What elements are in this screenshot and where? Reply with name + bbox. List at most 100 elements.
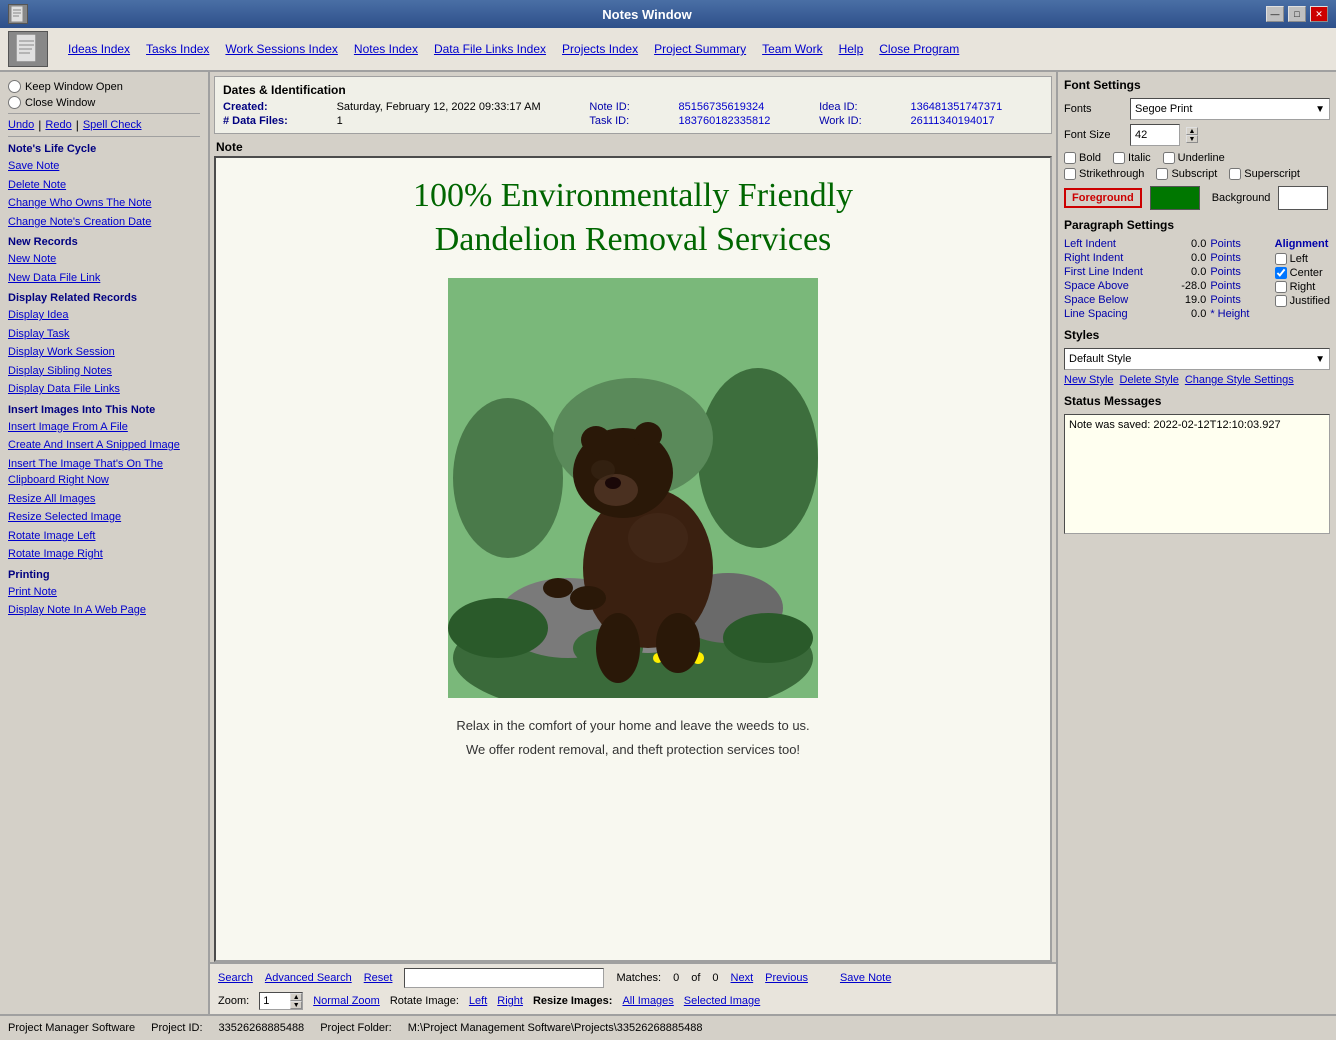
keep-window-radio-input[interactable] bbox=[8, 80, 21, 93]
strikethrough-checkbox-item[interactable]: Strikethrough bbox=[1064, 168, 1144, 180]
create-snipped-image-link[interactable]: Create And Insert A Snipped Image bbox=[8, 437, 200, 454]
font-size-input[interactable]: 42 bbox=[1130, 124, 1180, 146]
undo-button[interactable]: Undo bbox=[8, 118, 34, 132]
save-note-toolbar-link[interactable]: Save Note bbox=[840, 972, 891, 984]
display-idea-link[interactable]: Display Idea bbox=[8, 307, 200, 324]
strikethrough-checkbox[interactable] bbox=[1064, 168, 1076, 180]
display-task-link[interactable]: Display Task bbox=[8, 326, 200, 343]
italic-checkbox-item[interactable]: Italic bbox=[1113, 152, 1151, 164]
insert-image-file-link[interactable]: Insert Image From A File bbox=[8, 419, 200, 436]
zoom-input[interactable] bbox=[260, 994, 290, 1008]
menu-close-program[interactable]: Close Program bbox=[871, 38, 967, 60]
redo-button[interactable]: Redo bbox=[45, 118, 71, 132]
resize-all-images-link[interactable]: Resize All Images bbox=[8, 491, 200, 508]
menu-bar: Ideas Index Tasks Index Work Sessions In… bbox=[0, 28, 1336, 72]
print-note-link[interactable]: Print Note bbox=[8, 584, 200, 601]
bold-checkbox-item[interactable]: Bold bbox=[1064, 152, 1101, 164]
close-window-radio-input[interactable] bbox=[8, 96, 21, 109]
close-button[interactable]: ✕ bbox=[1310, 6, 1328, 22]
menu-tasks-index[interactable]: Tasks Index bbox=[138, 38, 217, 60]
delete-style-button[interactable]: Delete Style bbox=[1120, 374, 1179, 386]
spell-check-button[interactable]: Spell Check bbox=[83, 118, 142, 132]
subscript-checkbox-item[interactable]: Subscript bbox=[1156, 168, 1217, 180]
italic-checkbox[interactable] bbox=[1113, 152, 1125, 164]
search-link[interactable]: Search bbox=[218, 972, 253, 984]
right-align-checkbox[interactable] bbox=[1275, 281, 1287, 293]
rotate-image-right-link[interactable]: Rotate Image Right bbox=[8, 546, 200, 563]
superscript-checkbox[interactable] bbox=[1229, 168, 1241, 180]
justified-align-checkbox[interactable] bbox=[1275, 295, 1287, 307]
selected-image-link[interactable]: Selected Image bbox=[684, 995, 760, 1007]
normal-zoom-link[interactable]: Normal Zoom bbox=[313, 995, 380, 1007]
previous-link[interactable]: Previous bbox=[765, 972, 808, 984]
para-grid: Left Indent 0.0 Points Right Indent 0.0 … bbox=[1064, 238, 1267, 320]
bold-checkbox[interactable] bbox=[1064, 152, 1076, 164]
menu-notes-index[interactable]: Notes Index bbox=[346, 38, 426, 60]
change-style-button[interactable]: Change Style Settings bbox=[1185, 374, 1294, 386]
maximize-button[interactable]: □ bbox=[1288, 6, 1306, 22]
menu-data-file-links-index[interactable]: Data File Links Index bbox=[426, 38, 554, 60]
close-window-radio[interactable]: Close Window bbox=[8, 96, 200, 109]
foreground-color-swatch[interactable] bbox=[1150, 186, 1200, 210]
display-note-web-link[interactable]: Display Note In A Web Page bbox=[8, 602, 200, 619]
search-input[interactable] bbox=[404, 968, 604, 988]
note-id-label: Note ID: bbox=[589, 101, 670, 113]
display-data-file-links-link[interactable]: Display Data File Links bbox=[8, 381, 200, 398]
reset-link[interactable]: Reset bbox=[364, 972, 393, 984]
new-data-file-link[interactable]: New Data File Link bbox=[8, 270, 200, 287]
status-area: Note was saved: 2022-02-12T12:10:03.927 bbox=[1064, 414, 1330, 534]
resize-selected-image-link[interactable]: Resize Selected Image bbox=[8, 509, 200, 526]
superscript-checkbox-item[interactable]: Superscript bbox=[1229, 168, 1300, 180]
all-images-link[interactable]: All Images bbox=[622, 995, 673, 1007]
save-note-link[interactable]: Save Note bbox=[8, 158, 200, 175]
section-title-printing: Printing bbox=[8, 569, 200, 581]
zoom-up-button[interactable]: ▲ bbox=[290, 993, 302, 1001]
next-link[interactable]: Next bbox=[731, 972, 754, 984]
rotate-left-link[interactable]: Left bbox=[469, 995, 487, 1007]
underline-checkbox[interactable] bbox=[1163, 152, 1175, 164]
styles-dropdown[interactable]: Default Style ▼ bbox=[1064, 348, 1330, 370]
display-sibling-notes-link[interactable]: Display Sibling Notes bbox=[8, 363, 200, 380]
menu-work-sessions-index[interactable]: Work Sessions Index bbox=[217, 38, 346, 60]
new-style-button[interactable]: New Style bbox=[1064, 374, 1114, 386]
note-title-line2: Dandelion Removal Services bbox=[435, 221, 832, 258]
keep-window-radio[interactable]: Keep Window Open bbox=[8, 80, 200, 93]
underline-checkbox-item[interactable]: Underline bbox=[1163, 152, 1225, 164]
zoom-down-button[interactable]: ▼ bbox=[290, 1001, 302, 1009]
background-color-swatch[interactable] bbox=[1278, 186, 1328, 210]
first-line-unit: Points bbox=[1210, 266, 1266, 278]
default-style-value: Default Style bbox=[1069, 353, 1131, 365]
rotate-image-left-link[interactable]: Rotate Image Left bbox=[8, 528, 200, 545]
right-align-item[interactable]: Right bbox=[1275, 281, 1330, 293]
menu-team-work[interactable]: Team Work bbox=[754, 38, 830, 60]
center-align-item[interactable]: Center bbox=[1275, 267, 1330, 279]
advanced-search-link[interactable]: Advanced Search bbox=[265, 972, 352, 984]
line-spacing-value: 0.0 bbox=[1164, 308, 1206, 320]
menu-projects-index[interactable]: Projects Index bbox=[554, 38, 646, 60]
main-layout: Keep Window Open Close Window Undo | Red… bbox=[0, 72, 1336, 1014]
font-dropdown[interactable]: Segoe Print ▼ bbox=[1130, 98, 1330, 120]
new-note-link[interactable]: New Note bbox=[8, 251, 200, 268]
display-work-session-link[interactable]: Display Work Session bbox=[8, 344, 200, 361]
font-size-down[interactable]: ▼ bbox=[1186, 135, 1198, 143]
left-align-checkbox[interactable] bbox=[1275, 253, 1287, 265]
center-align-checkbox[interactable] bbox=[1275, 267, 1287, 279]
change-creation-date-link[interactable]: Change Note's Creation Date bbox=[8, 214, 200, 231]
delete-note-link[interactable]: Delete Note bbox=[8, 177, 200, 194]
justified-align-item[interactable]: Justified bbox=[1275, 295, 1330, 307]
change-owner-link[interactable]: Change Who Owns The Note bbox=[8, 195, 200, 212]
subscript-checkbox[interactable] bbox=[1156, 168, 1168, 180]
menu-project-summary[interactable]: Project Summary bbox=[646, 38, 754, 60]
superscript-label: Superscript bbox=[1244, 168, 1300, 180]
note-area[interactable]: 100% Environmentally Friendly Dandelion … bbox=[214, 156, 1052, 962]
left-indent-unit: Points bbox=[1210, 238, 1266, 250]
matches-label: Matches: bbox=[616, 972, 661, 984]
minimize-button[interactable]: — bbox=[1266, 6, 1284, 22]
left-align-item[interactable]: Left bbox=[1275, 253, 1330, 265]
font-size-up[interactable]: ▲ bbox=[1186, 127, 1198, 135]
insert-clipboard-image-link[interactable]: Insert The Image That's On The Clipboard… bbox=[8, 456, 200, 489]
rotate-right-link[interactable]: Right bbox=[497, 995, 523, 1007]
action-separator-2: | bbox=[76, 118, 79, 132]
menu-help[interactable]: Help bbox=[831, 38, 872, 60]
menu-ideas-index[interactable]: Ideas Index bbox=[60, 38, 138, 60]
